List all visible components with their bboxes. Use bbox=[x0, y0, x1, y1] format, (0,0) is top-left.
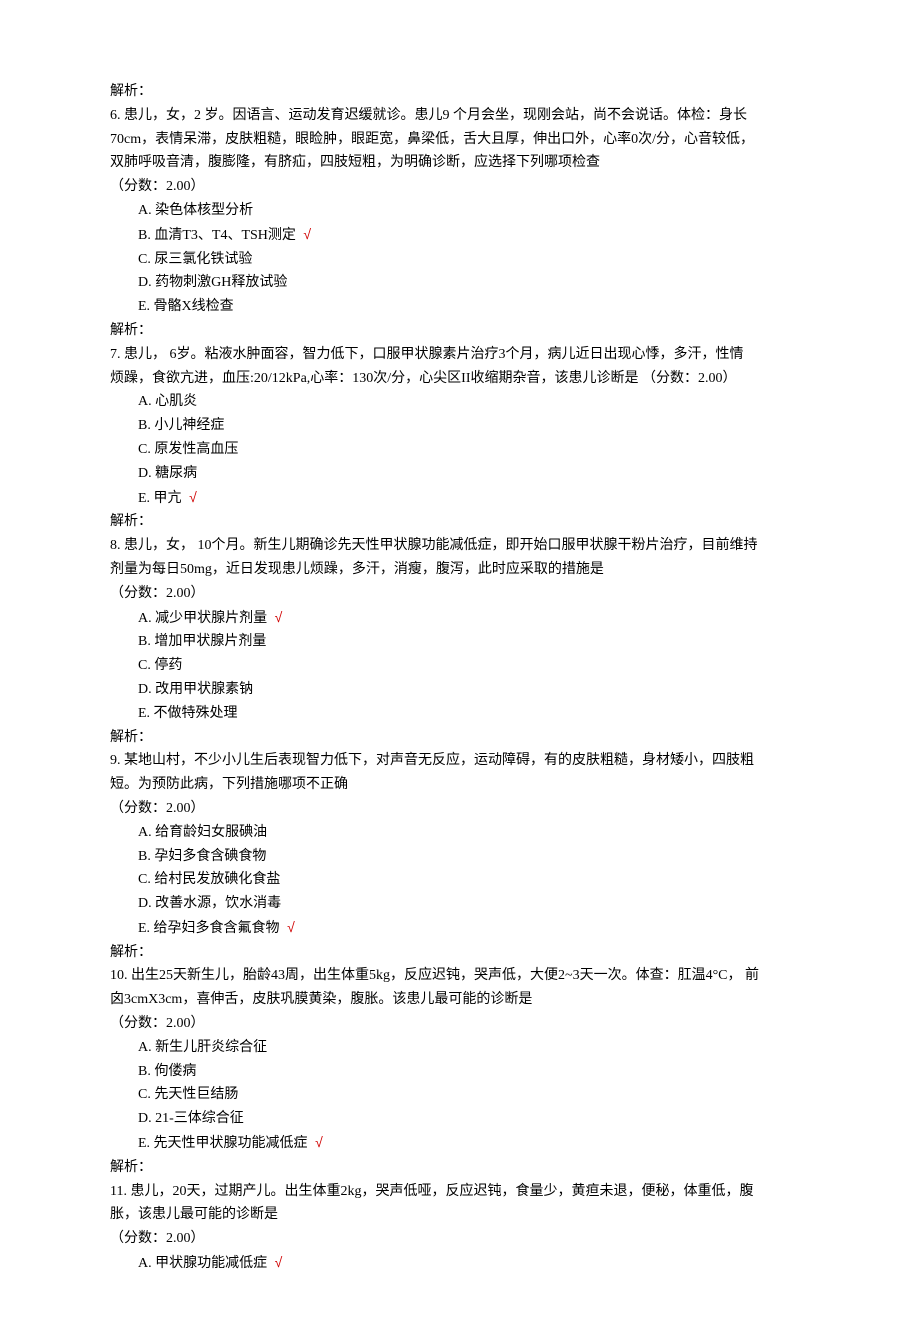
jiexi-label: 解析： bbox=[110, 941, 810, 965]
q7-stem-line1: 7. 患儿， 6岁。粘液水肿面容，智力低下，口服甲状腺素片治疗3个月，病儿近日出… bbox=[110, 343, 810, 367]
q10-option-e-text: E. 先天性甲状腺功能减低症 bbox=[138, 1136, 308, 1151]
q10-stem-line2: 囟3cmX3cm，喜伸舌，皮肤巩膜黄染，腹胀。该患儿最可能的诊断是 bbox=[110, 988, 810, 1012]
q9-stem-line1: 9. 某地山村，不少小儿生后表现智力低下，对声音无反应，运动障碍，有的皮肤粗糙，… bbox=[110, 749, 810, 773]
q10-option-c: C. 先天性巨结肠 bbox=[110, 1083, 810, 1107]
q8-stem-line1: 8. 患儿，女， 10个月。新生儿期确诊先天性甲状腺功能减低症，即开始口服甲状腺… bbox=[110, 534, 810, 558]
q10-option-b: B. 佝偻病 bbox=[110, 1060, 810, 1084]
q6-option-b: B. 血清T3、T4、TSH测定 √ bbox=[110, 223, 810, 248]
q9-option-c: C. 给村民发放碘化食盐 bbox=[110, 868, 810, 892]
q8-option-b: B. 增加甲状腺片剂量 bbox=[110, 630, 810, 654]
q8-option-d: D. 改用甲状腺素钠 bbox=[110, 678, 810, 702]
q8-stem-line2: 剂量为每日50mg，近日发现患儿烦躁，多汗，消瘦，腹泻，此时应采取的措施是 bbox=[110, 558, 810, 582]
q6-option-e: E. 骨骼X线检查 bbox=[110, 295, 810, 319]
q9-option-e: E. 给孕妇多食含氟食物 √ bbox=[110, 916, 810, 941]
q8-option-e: E. 不做特殊处理 bbox=[110, 702, 810, 726]
q9-option-d: D. 改善水源，饮水消毒 bbox=[110, 892, 810, 916]
score-label-inline: （分数：2.00） bbox=[642, 371, 737, 386]
q9-option-b: B. 孕妇多食含碘食物 bbox=[110, 845, 810, 869]
score-label: （分数：2.00） bbox=[110, 797, 810, 821]
score-label: （分数：2.00） bbox=[110, 175, 810, 199]
q6-stem-line2: 70cm，表情呆滞，皮肤粗糙，眼睑肿，眼距宽，鼻梁低，舌大且厚，伸出口外，心率0… bbox=[110, 128, 810, 152]
q7-option-a: A. 心肌炎 bbox=[110, 390, 810, 414]
check-icon: √ bbox=[275, 609, 283, 625]
score-label: （分数：2.00） bbox=[110, 582, 810, 606]
q10-option-e: E. 先天性甲状腺功能减低症 √ bbox=[110, 1131, 810, 1156]
q9-stem-line2: 短。为预防此病，下列措施哪项不正确 bbox=[110, 773, 810, 797]
q6-option-d: D. 药物刺激GH释放试验 bbox=[110, 271, 810, 295]
q11-stem-line1: 11. 患儿，20天，过期产儿。出生体重2kg，哭声低哑，反应迟钝，食量少，黄疸… bbox=[110, 1180, 810, 1204]
check-icon: √ bbox=[315, 1134, 323, 1150]
jiexi-label: 解析： bbox=[110, 1156, 810, 1180]
q6-stem-line3: 双肺呼吸音清，腹膨隆，有脐疝，四肢短粗，为明确诊断，应选择下列哪项检查 bbox=[110, 151, 810, 175]
q9-option-a: A. 给育龄妇女服碘油 bbox=[110, 821, 810, 845]
q6-option-c: C. 尿三氯化铁试验 bbox=[110, 248, 810, 272]
q6-option-b-text: B. 血清T3、T4、TSH测定 bbox=[138, 228, 296, 243]
q10-option-a: A. 新生儿肝炎综合征 bbox=[110, 1036, 810, 1060]
q8-option-a-text: A. 减少甲状腺片剂量 bbox=[138, 611, 267, 626]
check-icon: √ bbox=[189, 489, 197, 505]
q7-option-c: C. 原发性高血压 bbox=[110, 438, 810, 462]
q11-option-a: A. 甲状腺功能减低症 √ bbox=[110, 1251, 810, 1276]
q7-option-e: E. 甲亢 √ bbox=[110, 486, 810, 511]
check-icon: √ bbox=[287, 919, 295, 935]
q7-stem-line2-text: 烦躁，食欲亢进，血压:20/12kPa,心率：130次/分，心尖区II收缩期杂音… bbox=[110, 371, 642, 386]
q9-option-e-text: E. 给孕妇多食含氟食物 bbox=[138, 921, 280, 936]
q11-stem-line2: 胀，该患儿最可能的诊断是 bbox=[110, 1203, 810, 1227]
jiexi-label: 解析： bbox=[110, 510, 810, 534]
q7-option-e-text: E. 甲亢 bbox=[138, 491, 182, 506]
q6-stem-line1: 6. 患儿，女，2 岁。因语言、运动发育迟缓就诊。患儿9 个月会坐，现刚会站，尚… bbox=[110, 104, 810, 128]
score-label: （分数：2.00） bbox=[110, 1012, 810, 1036]
q11-option-a-text: A. 甲状腺功能减低症 bbox=[138, 1256, 267, 1271]
q6-option-a: A. 染色体核型分析 bbox=[110, 199, 810, 223]
check-icon: √ bbox=[275, 1254, 283, 1270]
score-label: （分数：2.00） bbox=[110, 1227, 810, 1251]
q10-option-d: D. 21-三体综合征 bbox=[110, 1107, 810, 1131]
jiexi-label: 解析： bbox=[110, 726, 810, 750]
check-icon: √ bbox=[303, 226, 311, 242]
jiexi-label: 解析： bbox=[110, 80, 810, 104]
jiexi-label: 解析： bbox=[110, 319, 810, 343]
q10-stem-line1: 10. 出生25天新生儿，胎龄43周，出生体重5kg，反应迟钝，哭声低，大便2~… bbox=[110, 964, 810, 988]
q7-stem-line2: 烦躁，食欲亢进，血压:20/12kPa,心率：130次/分，心尖区II收缩期杂音… bbox=[110, 367, 810, 391]
q7-option-d: D. 糖尿病 bbox=[110, 462, 810, 486]
q8-option-a: A. 减少甲状腺片剂量 √ bbox=[110, 606, 810, 631]
q8-option-c: C. 停药 bbox=[110, 654, 810, 678]
q7-option-b: B. 小儿神经症 bbox=[110, 414, 810, 438]
